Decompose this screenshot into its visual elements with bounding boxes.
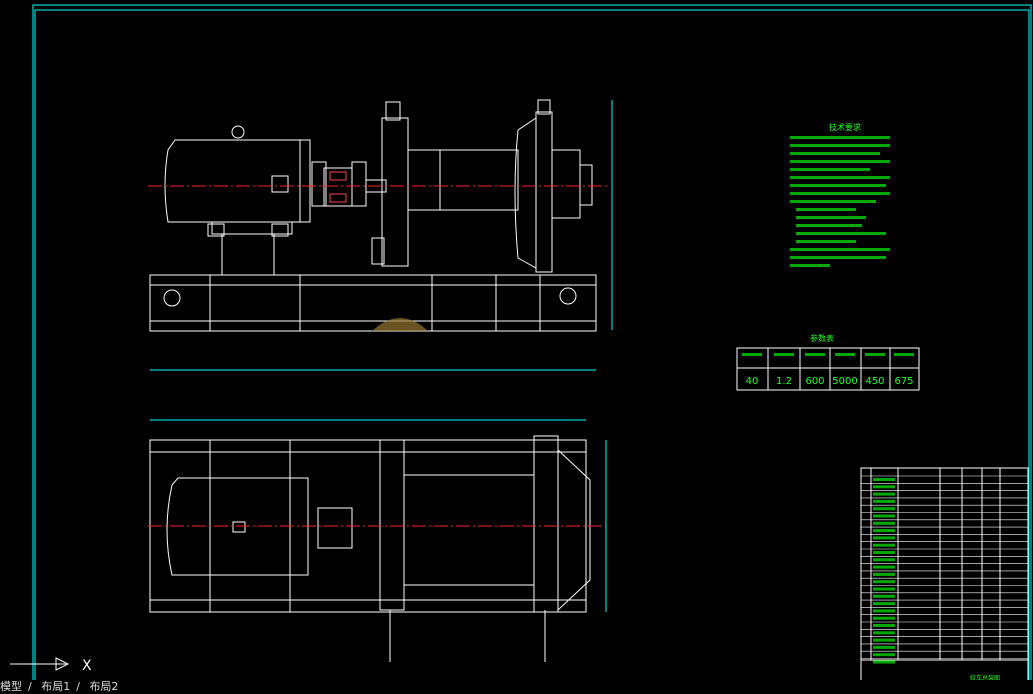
right-flange-plan [533,435,559,613]
param-header-mark [742,353,762,356]
tab-model[interactable]: 模型 [0,680,22,693]
parts-row-mark [873,602,895,606]
parts-row-mark [873,609,895,613]
left-flange-plan [379,439,405,611]
layout-tabs: 模型 / 布局1/ 布局2 [0,680,1033,694]
parts-row-mark [873,565,895,569]
parts-row-mark [873,653,895,657]
params-title: 参数表 [810,333,834,343]
param-header-mark [774,353,794,356]
drum-plan [403,474,535,586]
param-value-4: 5000 [832,376,857,387]
front-view[interactable] [148,99,613,371]
base-frame-front [149,274,597,332]
parts-row-mark [873,492,895,496]
parts-row-mark [873,645,895,649]
parts-row-mark [873,551,895,554]
tech-requirements: 技术要求 [790,122,890,267]
parts-row-mark [873,514,895,518]
params-table: 参数表 40 1.2 600 5000 450 675 [736,333,920,391]
tech-title: 技术要求 [829,122,861,132]
param-value-6: 675 [894,376,913,387]
cad-drawing-canvas[interactable]: 技术要求 参数表 40 1.2 600 5000 450 675 绞车总装图 X [0,0,1033,694]
parts-row-mark [873,594,895,598]
parts-row-mark [873,558,895,562]
parts-row-mark [873,572,895,576]
parts-row-mark [873,543,895,547]
parts-row-mark [873,616,895,620]
ucs-icon: X [10,657,92,674]
plan-view[interactable] [148,419,607,662]
parts-row-mark [873,478,895,481]
tab-layout1[interactable]: 布局1 [41,680,70,693]
parts-row-mark [873,536,895,540]
parts-row-mark [873,507,895,511]
param-header-mark [894,353,914,356]
parts-row-mark [873,485,895,489]
parts-row-mark [873,529,895,533]
parts-row-mark [873,521,895,525]
ucs-x-label: X [82,658,92,674]
drum-front [407,149,519,211]
motor-front [164,125,311,275]
tab-layout2[interactable]: 布局2 [89,680,118,693]
parts-row-mark [873,660,895,664]
left-flange-front [371,101,409,267]
param-header-mark [865,353,885,356]
param-header-mark [805,353,825,356]
parts-row-mark [873,499,895,503]
coupling-front [311,161,367,207]
parts-list: 绞车总装图 [860,467,1029,691]
parts-row-mark [873,631,895,635]
coupling-plan [317,507,353,549]
parts-row-mark [873,638,895,642]
parts-row-mark [873,624,895,627]
parts-row-mark [873,587,895,591]
param-value-5: 450 [865,376,884,387]
param-value-1: 40 [746,376,759,387]
param-value-3: 600 [805,376,824,387]
param-header-mark [835,353,855,356]
param-value-2: 1.2 [776,376,792,387]
parts-row-mark [873,580,895,584]
